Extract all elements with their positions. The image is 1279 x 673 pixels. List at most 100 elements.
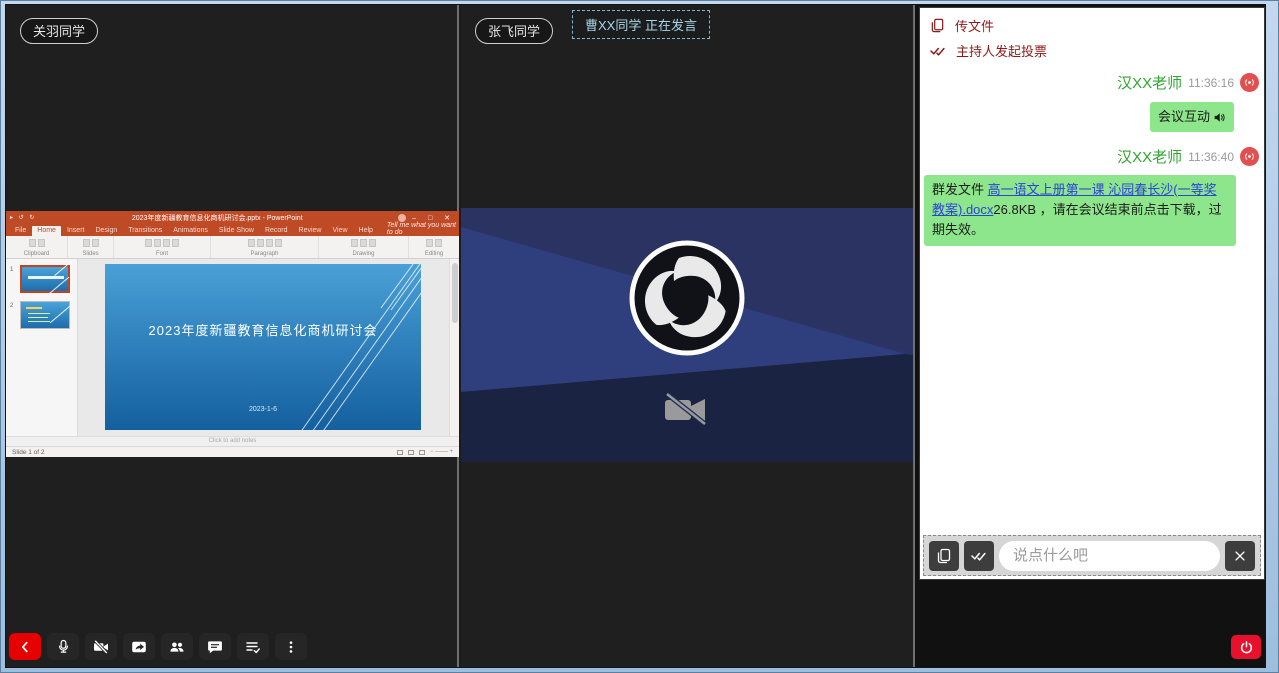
chat-input-bar xyxy=(923,535,1261,576)
ppt-tab-home: Home xyxy=(32,226,61,236)
ppt-tab-review: Review xyxy=(294,226,327,236)
ppt-group-drawing: Drawing xyxy=(319,236,409,258)
chat-container: 传文件 主持人发起投票 汉XX老师 11:36:16 xyxy=(919,7,1265,580)
chat-message-input[interactable] xyxy=(999,541,1220,571)
meeting-toolbar xyxy=(9,633,307,660)
app-window: 关羽同学 ▸ ↺ ↻ 2023年度新疆教育信息化商机研讨会.pptx - Pow… xyxy=(0,0,1279,673)
participant-name-badge: 关羽同学 xyxy=(20,18,98,44)
ppt-window-title: 2023年度新疆教育信息化商机研讨会.pptx - PowerPoint xyxy=(36,213,398,223)
share-screen-button[interactable] xyxy=(123,633,155,660)
ppt-scrollbar xyxy=(449,259,459,436)
ppt-tab-slideshow: Slide Show xyxy=(214,226,259,236)
sender-name: 汉XX老师 xyxy=(1117,146,1182,167)
ppt-tab-file: File xyxy=(10,226,31,236)
chat-bubble-icon xyxy=(207,639,223,655)
message-header: 汉XX老师 11:36:16 xyxy=(920,72,1264,93)
more-vertical-icon xyxy=(284,640,298,654)
obs-camera-placeholder xyxy=(461,208,913,462)
broadcast-icon xyxy=(1243,76,1256,89)
message-time: 11:36:40 xyxy=(1188,150,1234,164)
leave-meeting-button[interactable] xyxy=(1231,635,1261,659)
ppt-body: 1 2 xyxy=(6,259,459,436)
participant-name-badge: 张飞同学 xyxy=(475,18,553,44)
ppt-status-view-controls: − ─── + xyxy=(397,449,453,455)
chat-message-bubble: 会议互动 xyxy=(1150,102,1234,132)
meeting-content: 关羽同学 ▸ ↺ ↻ 2023年度新疆教育信息化商机研讨会.pptx - Pow… xyxy=(5,4,1266,668)
sender-avatar xyxy=(1240,73,1259,92)
notice-label: 传文件 xyxy=(955,16,994,35)
obs-background xyxy=(461,208,913,462)
ppt-group-paragraph: Paragraph xyxy=(211,236,319,258)
ppt-tellme-search: Tell me what you want to do xyxy=(387,222,459,236)
ppt-status-slide-indicator: Slide 1 of 2 xyxy=(12,449,45,456)
ppt-slide-canvas: 2023年度新疆教育信息化商机研讨会 2023-1-6 xyxy=(78,259,449,436)
notice-host-poll[interactable]: 主持人发起投票 xyxy=(920,38,1264,63)
broadcast-icon xyxy=(1243,150,1256,163)
ppt-tab-help: Help xyxy=(354,226,378,236)
chevron-left-icon xyxy=(18,640,32,654)
ppt-window-controls: – □ ✕ xyxy=(412,214,455,222)
poll-list-check-icon xyxy=(245,639,261,655)
file-copy-icon xyxy=(936,548,952,564)
file-copy-icon xyxy=(930,18,945,33)
sender-avatar xyxy=(1240,147,1259,166)
ppt-account-avatar xyxy=(398,214,406,222)
ppt-slide: 2023年度新疆教育信息化商机研讨会 2023-1-6 xyxy=(105,264,421,430)
camera-off-button[interactable] xyxy=(85,633,117,660)
participants-button[interactable] xyxy=(161,633,193,660)
message-time: 11:36:16 xyxy=(1188,76,1234,90)
ppt-thumbnail-slide1 xyxy=(20,265,70,293)
ppt-thumbnail-slide2 xyxy=(20,301,70,329)
screen-share-powerpoint: ▸ ↺ ↻ 2023年度新疆教育信息化商机研讨会.pptx - PowerPoi… xyxy=(6,211,459,457)
ppt-thumb-number-2: 2 xyxy=(10,303,13,309)
ppt-ribbon: Clipboard Slides Font Paragraph Drawing xyxy=(6,236,459,259)
collapse-toolbar-button[interactable] xyxy=(9,633,41,660)
ppt-group-editing: Editing xyxy=(409,236,459,258)
close-icon xyxy=(1233,549,1247,563)
participants-icon xyxy=(169,639,185,655)
ppt-tab-record: Record xyxy=(260,226,293,236)
message-header: 汉XX老师 11:36:40 xyxy=(920,146,1264,167)
microphone-button[interactable] xyxy=(47,633,79,660)
ppt-tab-animations: Animations xyxy=(168,226,213,236)
ppt-ribbon-tabs: File Home Insert Design Transitions Anim… xyxy=(6,224,459,236)
ppt-group-clipboard: Clipboard xyxy=(6,236,68,258)
ppt-group-font: Font xyxy=(114,236,211,258)
ppt-quick-access-icons: ▸ ↺ ↻ xyxy=(10,214,36,221)
ppt-tab-design: Design xyxy=(90,226,122,236)
video-panel-zhangfei: 张飞同学 曹XX同学 正在发言 xyxy=(461,5,915,667)
double-check-icon xyxy=(971,549,987,562)
obs-logo-icon xyxy=(632,243,742,353)
ppt-status-bar: Slide 1 of 2 − ─── + xyxy=(6,446,459,457)
ppt-notes-placeholder: Click to add notes xyxy=(6,436,459,446)
speaking-indicator-banner: 曹XX同学 正在发言 xyxy=(572,10,710,39)
chat-message-bubble-file: 群发文件 高一语文上册第一课 沁园春长沙(一等奖教案).docx26.8KB ，… xyxy=(924,175,1236,245)
video-panel-guanyu: 关羽同学 ▸ ↺ ↻ 2023年度新疆教育信息化商机研讨会.pptx - Pow… xyxy=(6,5,459,667)
poll-vote-button[interactable] xyxy=(964,541,994,571)
send-file-button[interactable] xyxy=(929,541,959,571)
ppt-thumb-number-1: 1 xyxy=(10,267,13,273)
slide-date: 2023-1-6 xyxy=(105,406,421,413)
ppt-tab-insert: Insert xyxy=(62,226,90,236)
double-check-icon xyxy=(930,44,946,57)
ppt-tab-transitions: Transitions xyxy=(123,226,167,236)
power-icon xyxy=(1239,640,1254,655)
chat-sidebar: 传文件 主持人发起投票 汉XX老师 11:36:16 xyxy=(915,5,1266,667)
more-options-button[interactable] xyxy=(275,633,307,660)
poll-button[interactable] xyxy=(237,633,269,660)
ppt-thumbnail-pane: 1 2 xyxy=(6,259,78,436)
message-text: 会议互动 xyxy=(1158,107,1210,127)
notice-send-file[interactable]: 传文件 xyxy=(920,8,1264,38)
close-chat-button[interactable] xyxy=(1225,541,1255,571)
speaker-icon xyxy=(1213,111,1226,124)
share-screen-icon xyxy=(131,639,147,655)
chat-button[interactable] xyxy=(199,633,231,660)
notice-label: 主持人发起投票 xyxy=(956,41,1047,60)
slide-title: 2023年度新疆教育信息化商机研讨会 xyxy=(105,320,421,339)
sender-name: 汉XX老师 xyxy=(1117,72,1182,93)
ppt-tab-view: View xyxy=(327,226,352,236)
camera-off-icon xyxy=(93,639,109,655)
microphone-icon xyxy=(56,639,71,654)
message-prefix: 群发文件 xyxy=(932,182,988,197)
ppt-group-slides: Slides xyxy=(68,236,114,258)
